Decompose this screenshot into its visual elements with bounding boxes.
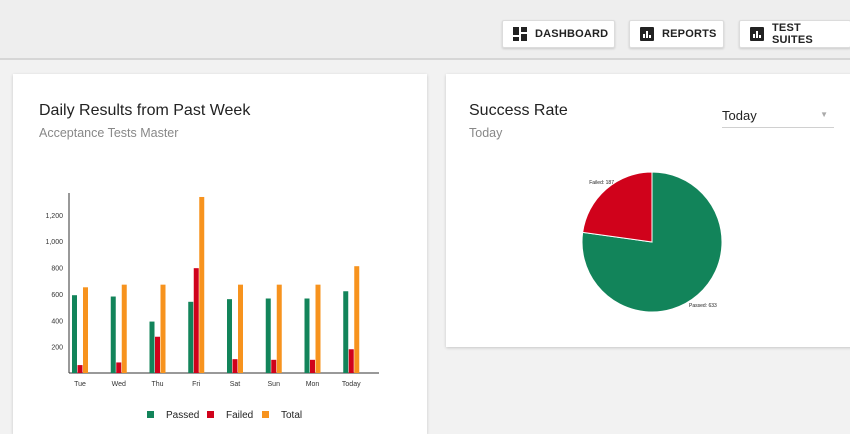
x-tick-label: Mon <box>306 381 320 388</box>
bar-total <box>199 196 205 373</box>
bar-passed <box>304 298 310 373</box>
bar-passed <box>188 301 194 373</box>
daily-results-card: Daily Results from Past Week Acceptance … <box>13 74 427 434</box>
dashboard-icon <box>513 27 527 41</box>
success-rate-card: Success Rate Today Today ▼ Passed: 633 Fa… <box>446 74 850 347</box>
bar-total <box>83 287 88 373</box>
bar-failed <box>155 336 160 373</box>
y-tick-label: 1,200 <box>45 213 63 220</box>
bar-total <box>121 284 127 373</box>
x-tick-label: Thu <box>151 381 163 388</box>
bar-failed <box>232 359 238 373</box>
bar-passed <box>110 296 116 373</box>
x-tick-label: Fri <box>192 381 201 388</box>
x-tick-label: Sat <box>230 381 241 388</box>
x-tick-label: Tue <box>74 381 86 388</box>
y-tick-label: 600 <box>51 292 63 299</box>
bar-total <box>315 284 321 373</box>
bar-passed <box>149 321 155 373</box>
bar-failed <box>193 268 199 373</box>
legend-swatch-total <box>262 411 269 418</box>
legend-swatch-failed <box>207 411 214 418</box>
daily-results-bar-chart: 200 400 600 800 1,000 1,200 Tue Wed Thu Fri Sat Sun… <box>45 193 379 421</box>
y-tick-label: 1,000 <box>45 239 63 246</box>
y-tick-label: 200 <box>51 345 63 352</box>
x-tick-label: Sun <box>268 381 281 388</box>
dashboard-button[interactable]: DASHBOARD <box>502 20 615 48</box>
bar-passed <box>72 295 77 373</box>
top-toolbar: DASHBOARD REPORTS TEST SUITES <box>0 0 850 60</box>
legend-label-passed: Passed <box>166 410 199 421</box>
legend-label-total: Total <box>281 410 302 421</box>
pie-label-passed: Passed: 633 <box>689 303 717 309</box>
bar-total <box>354 266 360 373</box>
test-suites-label: TEST SUITES <box>772 22 813 46</box>
bar-total <box>276 284 282 373</box>
reports-label: REPORTS <box>662 28 717 40</box>
x-tick-label: Wed <box>112 381 126 388</box>
success-rate-pie-chart: Passed: 633 Failed: 187 <box>581 171 723 313</box>
bar-failed <box>116 362 122 373</box>
bar-chart-icon <box>640 27 654 41</box>
legend-label-failed: Failed <box>226 410 253 421</box>
reports-button[interactable]: REPORTS <box>629 20 724 48</box>
bar-total <box>160 284 166 373</box>
y-tick-label: 800 <box>51 266 63 273</box>
pie-label-failed: Failed: 187 <box>589 180 614 186</box>
dashboard-label: DASHBOARD <box>535 28 609 40</box>
bar-passed <box>265 298 271 373</box>
bar-failed <box>310 359 315 373</box>
x-tick-label: Today <box>342 381 361 388</box>
bar-total <box>238 284 243 373</box>
bar-chart-icon <box>750 27 764 41</box>
bar-failed <box>77 365 83 373</box>
bar-failed <box>348 349 354 373</box>
test-suites-button[interactable]: TEST SUITES <box>739 20 850 48</box>
bar-passed <box>227 299 232 373</box>
y-tick-label: 400 <box>51 318 63 325</box>
bar-passed <box>343 291 349 373</box>
legend-swatch-passed <box>147 411 154 418</box>
bar-failed <box>271 359 277 373</box>
